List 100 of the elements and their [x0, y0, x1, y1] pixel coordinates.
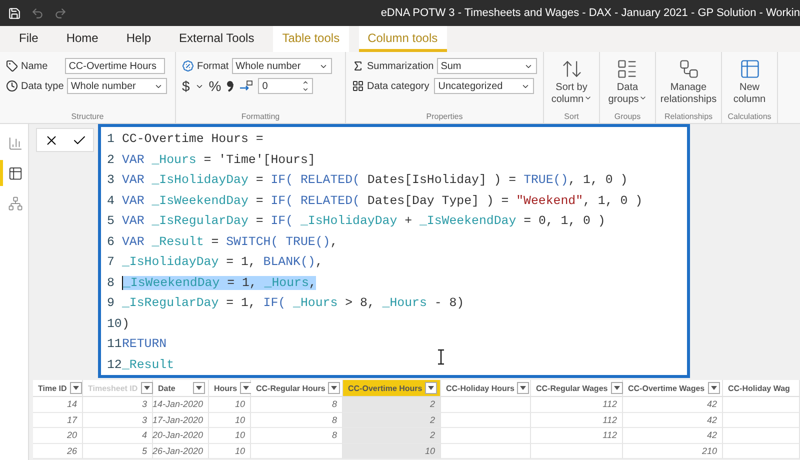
decrement-icon[interactable]	[302, 86, 310, 93]
name-field[interactable]: CC-Overtime Hours	[64, 58, 165, 74]
caret-icon	[144, 386, 150, 390]
group-label: Relationships	[664, 112, 713, 121]
table-cell: 17-Jan-2020	[153, 412, 209, 428]
caret-icon	[584, 94, 592, 102]
field-label: Format	[197, 60, 229, 72]
table-icon	[8, 166, 23, 180]
comma-style-icon[interactable]	[226, 80, 234, 92]
undo-icon[interactable]	[31, 6, 44, 20]
table-cell: 2	[343, 428, 441, 444]
window-title: eDNA POTW 3 - Timesheets and Wages - DAX - January 2021 - GP Solution - Workin	[380, 7, 800, 19]
filter-button[interactable]	[517, 382, 530, 394]
increment-icon[interactable]	[302, 79, 310, 86]
group-label: Sort	[564, 112, 579, 121]
save-icon[interactable]	[8, 6, 21, 20]
summarization-dropdown[interactable]: Sum	[436, 58, 537, 74]
ribbon-tab[interactable]: Home	[57, 26, 108, 52]
code-line: )	[122, 316, 130, 331]
sigma-icon	[352, 60, 364, 72]
table-cell: 10	[209, 412, 251, 428]
table-cell: 26	[33, 444, 83, 459]
column-header[interactable]: Time ID	[33, 380, 83, 397]
format-dropdown[interactable]: Whole number	[232, 58, 332, 74]
column-header[interactable]: CC-Regular Hours	[251, 380, 343, 397]
group-label: Groups	[614, 112, 641, 121]
table-icon	[738, 58, 760, 80]
filter-button[interactable]	[140, 382, 153, 394]
data-type-dropdown[interactable]: Whole number	[66, 78, 167, 94]
table-cell: 20-Jan-2020	[153, 428, 209, 444]
ribbon-button[interactable]: Sort by column	[551, 58, 592, 112]
table-cell: 112	[531, 412, 623, 428]
ribbon-button[interactable]: New column	[733, 58, 766, 112]
data-category-dropdown[interactable]: Uncategorized	[434, 78, 534, 94]
decimal-icon[interactable]	[239, 80, 254, 92]
filter-button[interactable]	[708, 382, 720, 394]
caret-icon	[331, 386, 338, 390]
column-header[interactable]: Date	[153, 380, 209, 397]
table-cell: 42	[623, 397, 723, 412]
ribbon-tab[interactable]: Help	[117, 26, 160, 52]
caret-icon	[638, 94, 647, 102]
line-number: 5	[107, 214, 116, 228]
line-number: 1	[107, 132, 116, 146]
formula-editor[interactable]	[98, 124, 690, 378]
column-header[interactable]: CC-Holiday Hours	[441, 380, 531, 397]
ribbon-button[interactable]: Data groups	[608, 58, 647, 112]
field-label: Name	[21, 60, 48, 72]
table-cell: 10	[209, 397, 251, 412]
field-label: Summarization	[367, 60, 434, 72]
ribbon-button[interactable]: Manage relationships	[660, 58, 717, 112]
caret-icon	[520, 386, 526, 390]
category-icon	[352, 80, 364, 92]
line-number: 10	[107, 316, 122, 331]
line-number: 3	[107, 173, 116, 188]
filter-button[interactable]	[610, 382, 623, 394]
filter-button[interactable]	[425, 382, 438, 394]
table-cell: 8	[251, 397, 343, 412]
filter-button[interactable]	[193, 382, 205, 394]
group-label: Structure	[71, 112, 104, 121]
caret-icon	[614, 386, 620, 390]
tag-icon	[6, 60, 18, 72]
column-header[interactable]: CC-Holiday Wag	[723, 380, 800, 397]
table-cell: 42	[623, 412, 723, 428]
group-label: Formatting	[241, 112, 280, 121]
caret-icon	[72, 386, 79, 390]
line-number: 6	[107, 234, 116, 249]
filter-button[interactable]	[240, 382, 252, 394]
column-header[interactable]: CC-Overtime Wages	[623, 380, 723, 397]
percent-button[interactable]: %	[208, 78, 222, 94]
table-cell: 10	[343, 444, 441, 459]
group-label: Calculations	[728, 112, 772, 121]
caret-icon	[428, 386, 434, 390]
code-line: VAR _IsRegularDay = IF( _IsHolidayDay + _IsWeekendDay = 0, 1, 0 )	[122, 214, 606, 228]
table-cell: 17	[33, 412, 83, 428]
redo-icon[interactable]	[54, 6, 67, 20]
line-number: 12	[107, 358, 122, 372]
currency-button[interactable]: $	[182, 78, 190, 94]
code-line: _IsHolidayDay = 1, BLANK(),	[122, 255, 323, 270]
column-header[interactable]: Hours	[209, 380, 251, 397]
caret-icon	[243, 386, 250, 390]
field-label: Data type	[21, 80, 64, 92]
table-cell: 2	[343, 397, 441, 412]
column-header[interactable]: CC-Overtime Hours	[343, 380, 441, 397]
text-cursor-icon	[437, 349, 445, 365]
filter-button[interactable]	[70, 382, 82, 394]
table-cell: 8	[251, 412, 343, 428]
model-icon	[8, 196, 23, 210]
column-header[interactable]: CC-Regular Wages	[531, 380, 623, 397]
decimal-places-field[interactable]: 0	[258, 78, 314, 94]
ribbon-tab[interactable]: File	[10, 26, 48, 52]
filter-button[interactable]	[328, 382, 340, 394]
line-number: 8	[107, 276, 116, 290]
line-number: 11	[107, 337, 122, 352]
ribbon-tab[interactable]: External Tools	[170, 26, 264, 52]
code-line: RETURN	[122, 337, 167, 352]
table-cell: 112	[531, 397, 623, 412]
code-line: _IsRegularDay = 1, IF( _Hours > 8, _Hours - 8)	[122, 296, 464, 310]
line-number: 4	[107, 194, 116, 208]
code-line: VAR _IsWeekendDay = IF( RELATED( Dates[Day Type] ) = "Weekend", 1, 0 )	[122, 194, 643, 208]
code-line: VAR _IsHolidayDay = IF( RELATED( Dates[IsHoliday] ) = TRUE(), 1, 0 )	[122, 173, 628, 188]
